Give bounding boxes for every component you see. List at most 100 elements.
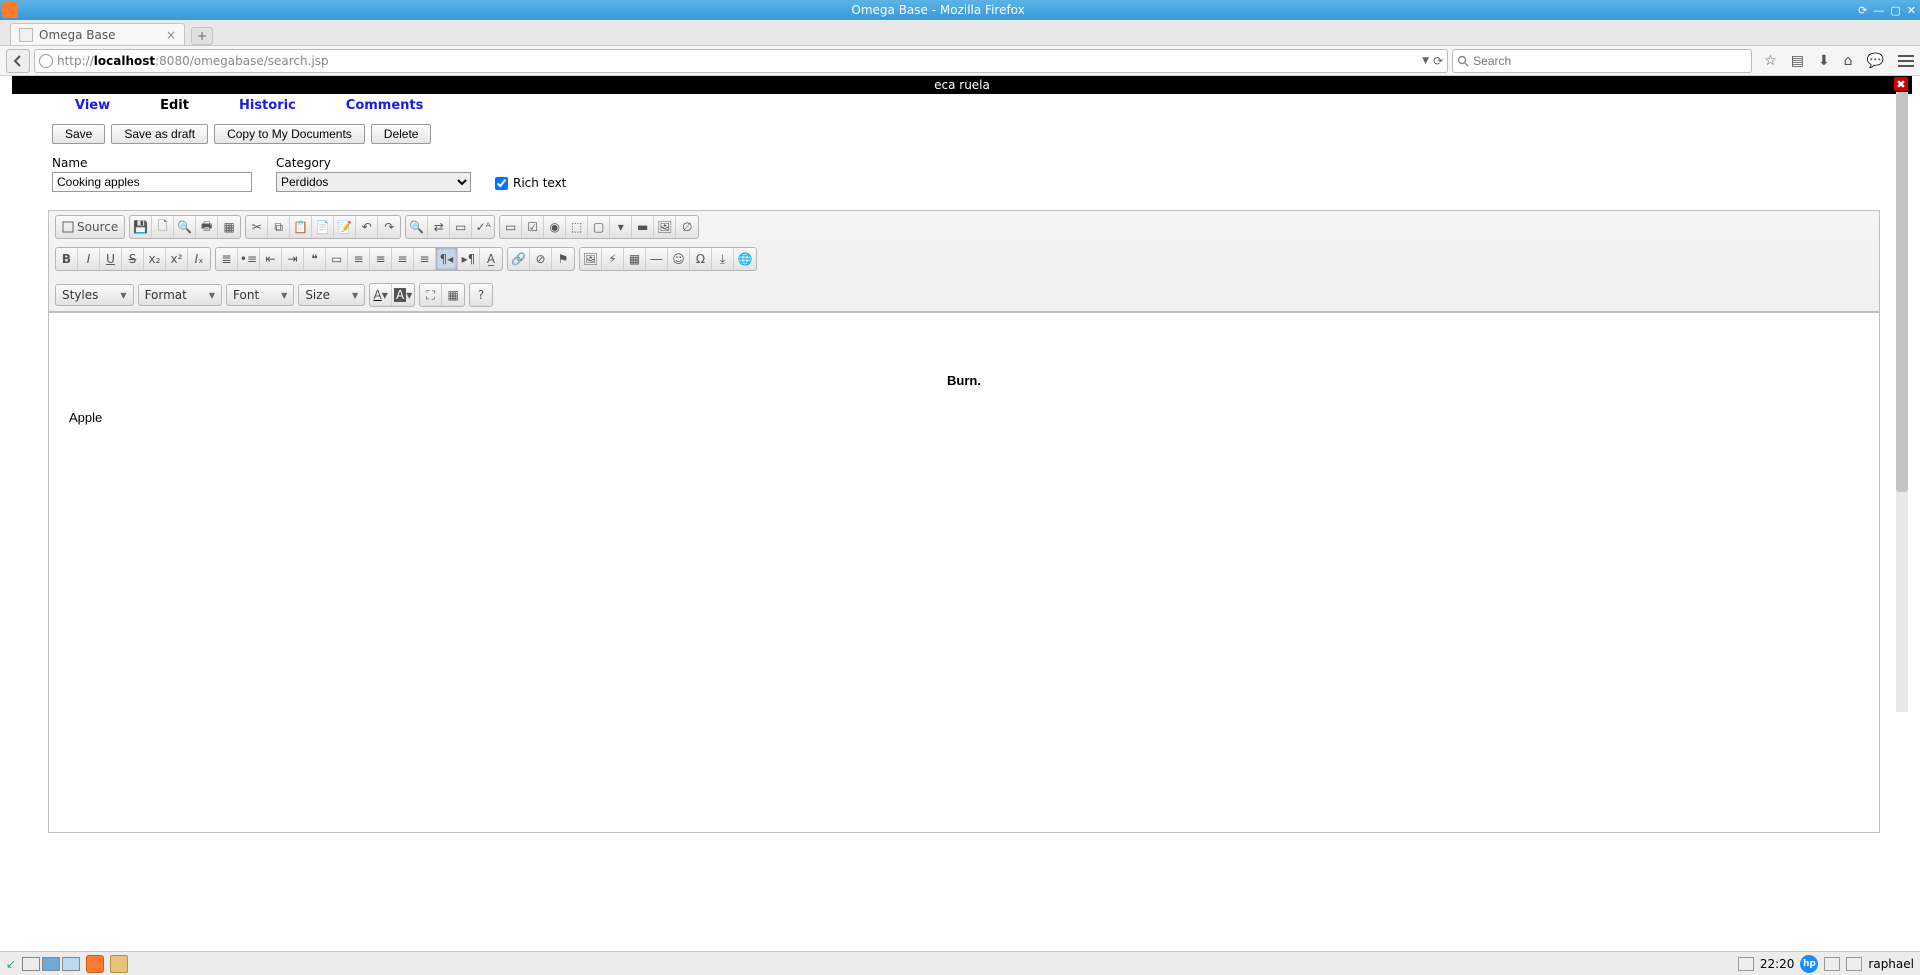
textfield-icon[interactable]: ⬚ <box>566 216 588 238</box>
find-icon[interactable]: 🔍 <box>406 216 428 238</box>
outdent-icon[interactable]: ⇤ <box>260 248 282 270</box>
italic-icon[interactable]: I <box>78 248 100 270</box>
scrollbar-thumb[interactable] <box>1896 92 1908 492</box>
hp-icon[interactable]: hp <box>1800 955 1818 973</box>
unlink-icon[interactable]: ⊘ <box>530 248 552 270</box>
menu-comments[interactable]: Comments <box>346 98 424 113</box>
page-scrollbar[interactable] <box>1896 92 1908 712</box>
hamburger-menu-icon[interactable] <box>1898 55 1914 67</box>
selectall-icon[interactable]: ▭ <box>450 216 472 238</box>
spellcheck-icon[interactable]: ✓ᴬ <box>472 216 494 238</box>
updater-icon[interactable]: ⟳ <box>1858 4 1867 17</box>
delete-button[interactable]: Delete <box>371 124 432 144</box>
maximize-icon[interactable]: ⛶ <box>420 284 442 306</box>
copy-to-documents-button[interactable]: Copy to My Documents <box>214 124 365 144</box>
menu-historic[interactable]: Historic <box>239 98 296 113</box>
templates-icon[interactable]: ▦ <box>218 216 240 238</box>
about-icon[interactable]: ? <box>470 284 492 306</box>
source-button[interactable]: Source <box>56 216 124 238</box>
paste-text-icon[interactable]: 📄 <box>312 216 334 238</box>
table-icon[interactable]: ▦ <box>624 248 646 270</box>
bullist-icon[interactable]: •≡ <box>238 248 260 270</box>
copy-icon[interactable]: ⧉ <box>268 216 290 238</box>
taskbar-files-icon[interactable] <box>110 955 128 973</box>
format-select[interactable]: Format▼ <box>138 284 222 306</box>
taskbar-firefox-icon[interactable] <box>86 955 104 973</box>
pagebreak-icon[interactable]: ⤓ <box>712 248 734 270</box>
search-input[interactable] <box>1473 54 1747 68</box>
redo-icon[interactable]: ↷ <box>378 216 400 238</box>
link-icon[interactable]: 🔗 <box>508 248 530 270</box>
replace-icon[interactable]: ⇄ <box>428 216 450 238</box>
button-icon[interactable]: ▬ <box>632 216 654 238</box>
back-button[interactable] <box>6 49 30 73</box>
newpage-icon[interactable]: 🗋 <box>152 216 174 238</box>
tray-tool-icon[interactable] <box>1824 957 1840 971</box>
numlist-icon[interactable]: ≣ <box>216 248 238 270</box>
font-select[interactable]: Font▼ <box>226 284 294 306</box>
bold-icon[interactable]: B <box>56 248 78 270</box>
size-select[interactable]: Size▼ <box>298 284 365 306</box>
chat-icon[interactable]: 💬 <box>1867 53 1884 69</box>
hidden-icon[interactable]: ∅ <box>676 216 698 238</box>
menu-edit[interactable]: Edit <box>160 98 189 113</box>
search-box[interactable] <box>1452 49 1752 73</box>
cut-icon[interactable]: ✂ <box>246 216 268 238</box>
paste-icon[interactable]: 📋 <box>290 216 312 238</box>
language-icon[interactable]: A̲ <box>480 248 502 270</box>
iframe-icon[interactable]: 🌐 <box>734 248 756 270</box>
superscript-icon[interactable]: x² <box>166 248 188 270</box>
save-as-draft-button[interactable]: Save as draft <box>111 124 208 144</box>
preview-icon[interactable]: 🔍 <box>174 216 196 238</box>
showblocks-icon[interactable]: ▦ <box>442 284 464 306</box>
select-icon[interactable]: ▾ <box>610 216 632 238</box>
paste-word-icon[interactable]: 📝 <box>334 216 356 238</box>
indent-icon[interactable]: ⇥ <box>282 248 304 270</box>
align-left-icon[interactable]: ≡ <box>348 248 370 270</box>
print-icon[interactable]: 🖶 <box>196 216 218 238</box>
div-icon[interactable]: ▭ <box>326 248 348 270</box>
tray-app-icon[interactable] <box>1738 957 1754 971</box>
align-justify-icon[interactable]: ≡ <box>414 248 436 270</box>
url-dropdown-icon[interactable]: ▼ <box>1422 56 1429 66</box>
textcolor-icon[interactable]: A▾ <box>370 284 392 306</box>
hr-icon[interactable]: ― <box>646 248 668 270</box>
strike-icon[interactable]: S <box>122 248 144 270</box>
category-select[interactable]: Perdidos <box>276 172 471 192</box>
close-tab-icon[interactable]: × <box>166 28 176 42</box>
removeformat-icon[interactable]: Iₓ <box>188 248 210 270</box>
form-icon[interactable]: ▭ <box>500 216 522 238</box>
textarea-icon[interactable]: ▢ <box>588 216 610 238</box>
url-bar[interactable]: http://localhost:8080/omegabase/search.j… <box>34 49 1448 73</box>
tray-battery-icon[interactable] <box>1846 957 1862 971</box>
bidi-rtl-icon[interactable]: ▸¶ <box>458 248 480 270</box>
specialchar-icon[interactable]: Ω <box>690 248 712 270</box>
save-icon[interactable]: 💾 <box>130 216 152 238</box>
anchor-icon[interactable]: ⚑ <box>552 248 574 270</box>
smiley-icon[interactable]: ☺ <box>668 248 690 270</box>
bgcolor-icon[interactable]: A▾ <box>392 284 414 306</box>
reader-icon[interactable]: ▤ <box>1791 53 1804 69</box>
minimize-button[interactable]: — <box>1873 4 1884 17</box>
close-window-button[interactable]: ✕ <box>1907 4 1916 17</box>
workspace-pager[interactable] <box>22 957 80 971</box>
banner-close-icon[interactable]: ✖ <box>1894 77 1908 91</box>
flash-icon[interactable]: ⚡ <box>602 248 624 270</box>
checkbox-icon[interactable]: ☑ <box>522 216 544 238</box>
subscript-icon[interactable]: x₂ <box>144 248 166 270</box>
save-button[interactable]: Save <box>52 124 105 144</box>
richtext-checkbox[interactable] <box>495 177 508 190</box>
downloads-icon[interactable]: ⬇ <box>1818 53 1830 69</box>
imagebtn-icon[interactable]: 🖼 <box>654 216 676 238</box>
align-right-icon[interactable]: ≡ <box>392 248 414 270</box>
underline-icon[interactable]: U <box>100 248 122 270</box>
blockquote-icon[interactable]: ❝ <box>304 248 326 270</box>
menu-view[interactable]: View <box>75 98 110 113</box>
reload-icon[interactable]: ⟳ <box>1433 54 1443 68</box>
bookmark-star-icon[interactable]: ☆ <box>1764 53 1777 69</box>
new-tab-button[interactable]: + <box>191 27 213 45</box>
bidi-ltr-icon[interactable]: ¶◂ <box>436 248 458 270</box>
browser-tab[interactable]: Omega Base × <box>10 23 185 45</box>
maximize-button[interactable]: ▢ <box>1890 4 1900 17</box>
image-icon[interactable]: 🖼 <box>580 248 602 270</box>
